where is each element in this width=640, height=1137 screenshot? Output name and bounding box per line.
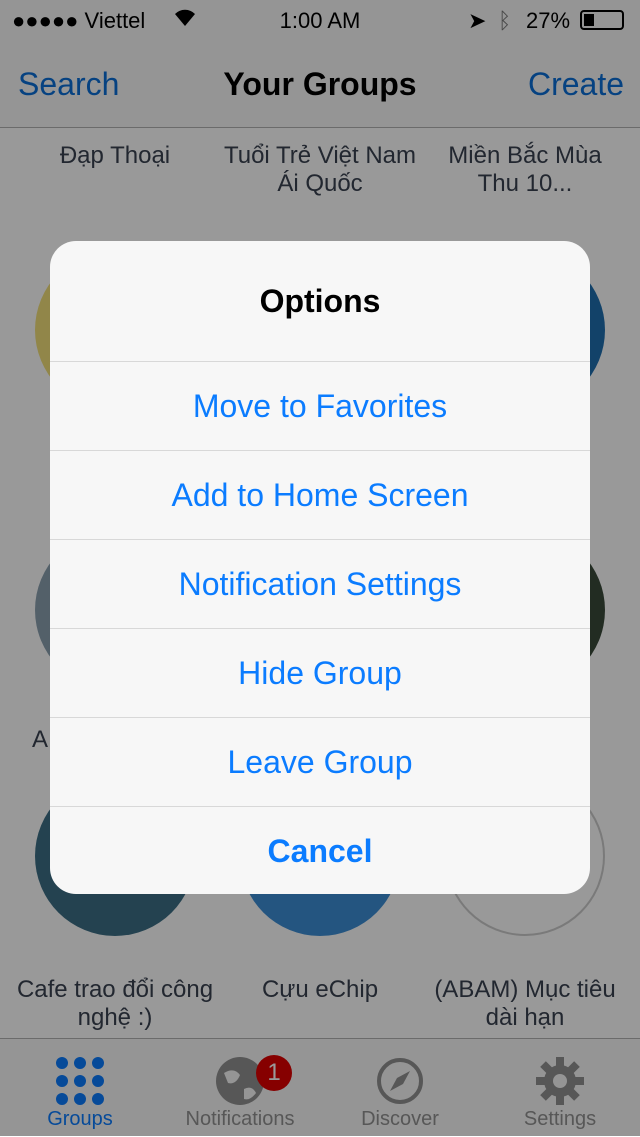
- dialog-title: Options: [259, 283, 381, 319]
- move-to-favorites-button[interactable]: Move to Favorites: [50, 361, 590, 450]
- notification-settings-button[interactable]: Notification Settings: [50, 539, 590, 628]
- options-dialog: Options Move to Favorites Add to Home Sc…: [50, 241, 590, 894]
- add-to-home-screen-button[interactable]: Add to Home Screen: [50, 450, 590, 539]
- hide-group-button[interactable]: Hide Group: [50, 628, 590, 717]
- leave-group-button[interactable]: Leave Group: [50, 717, 590, 806]
- cancel-button[interactable]: Cancel: [50, 806, 590, 894]
